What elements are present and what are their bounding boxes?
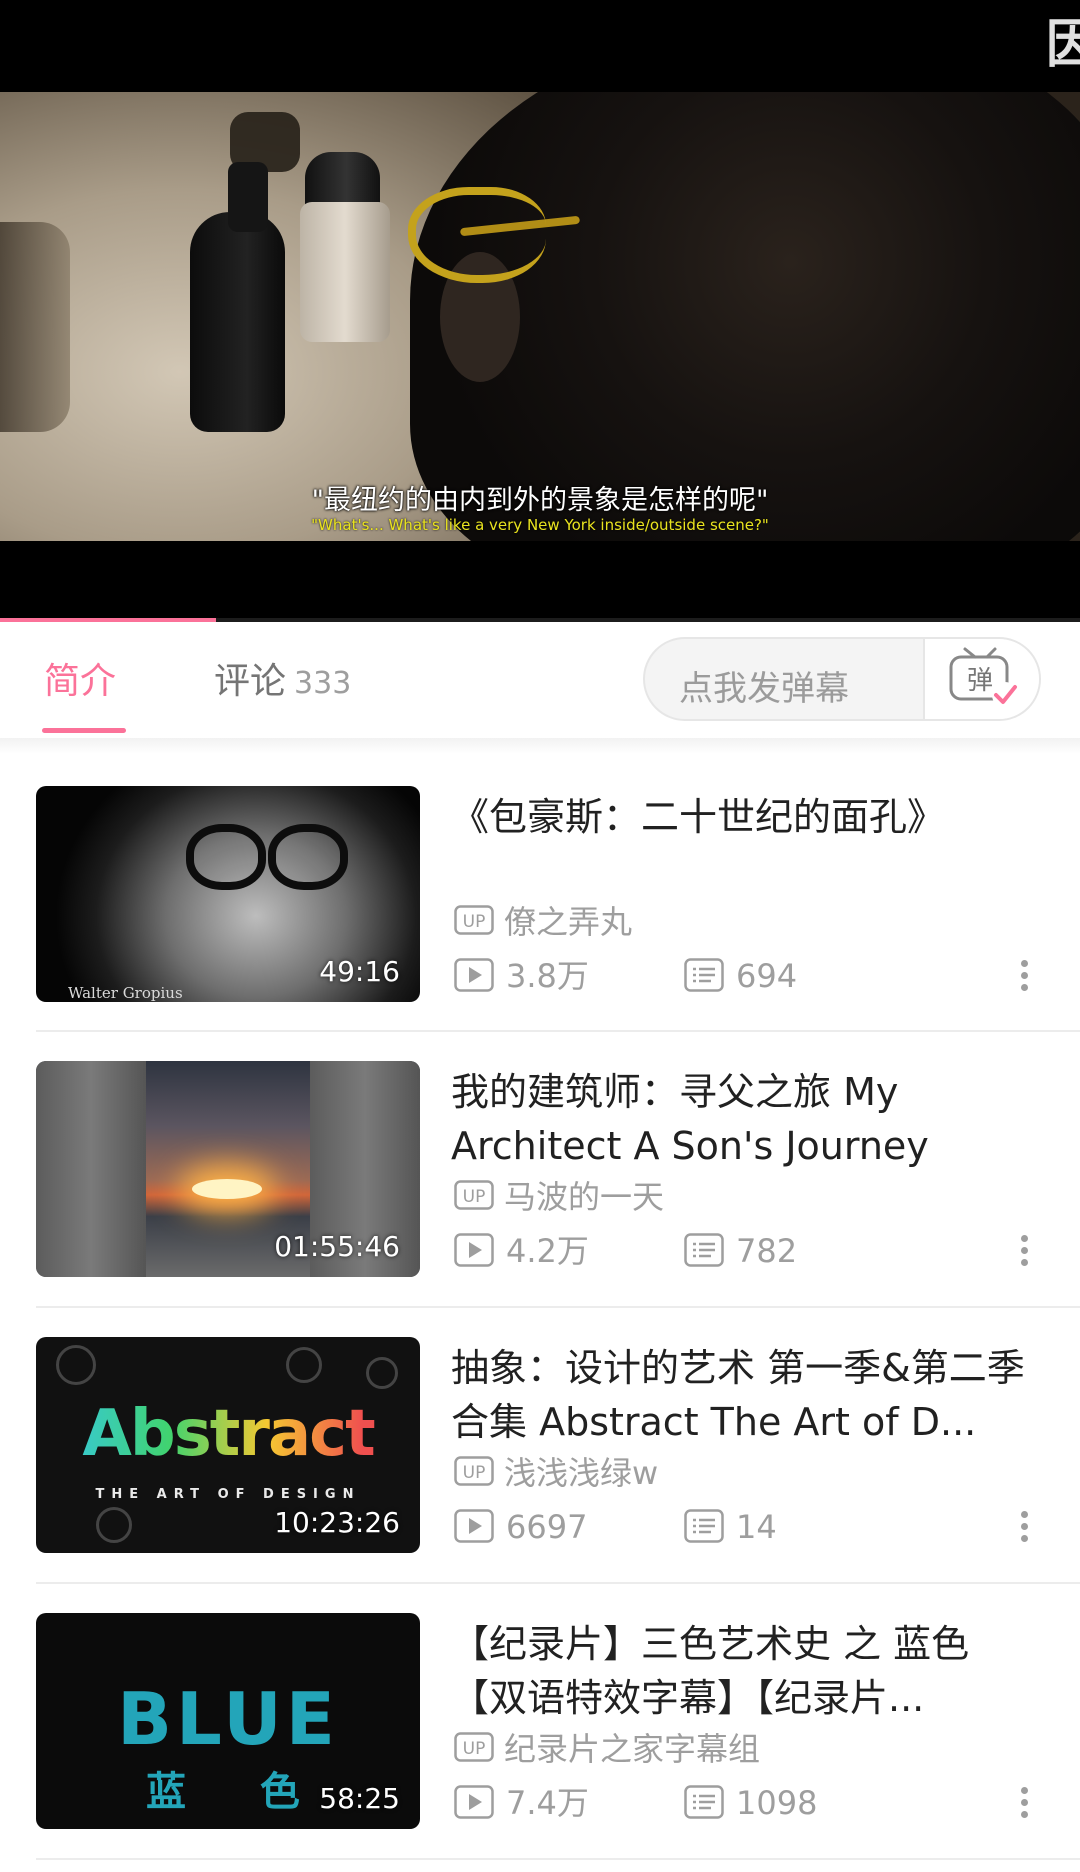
video-duration: 01:55:46 (274, 1230, 400, 1263)
tab-intro[interactable]: 简介 (44, 652, 116, 704)
tab-divider (0, 738, 1080, 754)
danmaku-count: 694 (736, 957, 798, 995)
frame-object (0, 222, 70, 432)
list-divider (36, 1306, 1080, 1308)
danmaku-input[interactable]: 点我发弹幕 (679, 661, 849, 710)
frame-glasses (408, 187, 546, 283)
danmaku-icon (684, 1233, 724, 1267)
tab-comments-count: 333 (294, 666, 352, 701)
up-badge-text: UP (463, 1187, 486, 1207)
video-duration: 49:16 (319, 955, 400, 988)
video-title[interactable]: 《包豪斯：二十世纪的面孔》 (451, 790, 1041, 844)
uploader-row[interactable]: UP 纪录片之家字幕组 (454, 1729, 760, 1768)
view-count: 4.2万 (506, 1232, 589, 1270)
more-vert-icon[interactable] (1012, 1507, 1036, 1547)
danmaku-count: 14 (736, 1508, 777, 1546)
frame-object (190, 212, 285, 432)
video-stats: 6697 14 (454, 1507, 1044, 1547)
up-badge-icon: UP (454, 1456, 494, 1486)
uploader-name: 僚之弄丸 (504, 903, 633, 941)
thumb-glasses (268, 824, 348, 890)
video-frame[interactable]: "最纽约的由内到外的景象是怎样的呢" "What's... What's lik… (0, 92, 1080, 541)
play-icon (454, 1785, 494, 1819)
video-player[interactable]: 因 "最纽约的由内到外的景象是怎样的呢" "What's... What's l… (0, 0, 1080, 622)
video-duration: 10:23:26 (274, 1506, 400, 1539)
uploader-name: 马波的一天 (504, 1178, 665, 1216)
list-divider (36, 1030, 1080, 1032)
video-stats: 7.4万 1098 (454, 1783, 1044, 1823)
list-divider (36, 1582, 1080, 1584)
up-badge-text: UP (463, 1463, 486, 1483)
thumb-subtitle: THE ART OF DESIGN (95, 1487, 361, 1502)
danmaku-bar[interactable]: 点我发弹幕 弹 (643, 637, 1041, 721)
more-vert-icon[interactable] (1012, 956, 1036, 996)
up-badge-icon: UP (454, 905, 494, 935)
subtitle-english: "What's... What's like a very New York i… (311, 516, 769, 534)
video-item[interactable]: Walter Gropius 49:16 《包豪斯：二十世纪的面孔》 UP 僚之… (36, 786, 1044, 1002)
more-vert-icon[interactable] (1012, 1783, 1036, 1823)
video-stats: 4.2万 782 (454, 1231, 1044, 1271)
uploader-row[interactable]: UP 僚之弄丸 (454, 902, 632, 941)
danmaku-count: 782 (736, 1232, 798, 1270)
video-title[interactable]: 【纪录片】三色艺术史 之 蓝色【双语特效字幕】【纪录片... (451, 1617, 1041, 1725)
thumb-object (96, 1507, 132, 1543)
more-vert-icon[interactable] (1012, 1231, 1036, 1271)
video-stats: 3.8万 694 (454, 956, 1044, 996)
danmaku-button-char: 弹 (967, 666, 993, 696)
thumb-subtitle: 蓝 色 (146, 1769, 330, 1815)
video-item[interactable]: Abstract THE ART OF DESIGN 10:23:26 抽象：设… (36, 1337, 1044, 1553)
video-title[interactable]: 我的建筑师：寻父之旅 My Architect A Son's Journey (451, 1065, 1041, 1173)
thumb-wall (36, 1061, 146, 1277)
up-badge-text: UP (463, 912, 486, 932)
thumb-sun (192, 1179, 262, 1199)
tab-comments[interactable]: 评论 333 (214, 652, 351, 704)
thumb-object (56, 1345, 96, 1385)
tab-comments-label: 评论 (214, 661, 287, 702)
danmaku-count: 1098 (736, 1784, 818, 1822)
play-icon (454, 958, 494, 992)
frame-object (228, 162, 268, 232)
thumb-title: BLUE (117, 1677, 339, 1761)
play-icon (454, 1233, 494, 1267)
list-divider (36, 1858, 1080, 1860)
danmaku-icon (684, 958, 724, 992)
tab-indicator (42, 728, 126, 733)
video-duration: 58:25 (319, 1782, 400, 1815)
uploader-name: 浅浅浅绿w (504, 1454, 659, 1492)
danmaku-tv-icon: 弹 (949, 647, 1018, 708)
danmaku-icon (684, 1785, 724, 1819)
thumb-object (366, 1357, 398, 1389)
uploader-row[interactable]: UP 浅浅浅绿w (454, 1453, 658, 1492)
subtitle-chinese: "最纽约的由内到外的景象是怎样的呢" (311, 485, 769, 516)
video-item[interactable]: 01:55:46 我的建筑师：寻父之旅 My Architect A Son's… (36, 1061, 1044, 1277)
up-badge-icon: UP (454, 1732, 494, 1762)
tab-bar: 简介 评论 333 点我发弹幕 弹 (0, 622, 1080, 738)
up-badge-text: UP (463, 1739, 486, 1759)
danmaku-button[interactable]: 弹 (923, 639, 1039, 719)
thumb-title: Abstract (36, 1397, 420, 1471)
video-thumbnail[interactable]: Walter Gropius 49:16 (36, 786, 420, 1002)
uploader-name: 纪录片之家字幕组 (504, 1730, 761, 1768)
video-title[interactable]: 抽象：设计的艺术 第一季&第二季合集 Abstract The Art of D… (451, 1341, 1041, 1449)
view-count: 6697 (506, 1508, 588, 1546)
thumb-caption: Walter Gropius (68, 984, 183, 1002)
danmaku-icon (684, 1509, 724, 1543)
status-glyph: 因 (1046, 15, 1080, 75)
uploader-row[interactable]: UP 马波的一天 (454, 1177, 664, 1216)
video-item[interactable]: BLUE 蓝 色 58:25 【纪录片】三色艺术史 之 蓝色【双语特效字幕】【纪… (36, 1613, 1044, 1829)
up-badge-icon: UP (454, 1180, 494, 1210)
thumb-object (286, 1347, 322, 1383)
thumb-glasses (186, 824, 266, 890)
play-icon (454, 1509, 494, 1543)
video-thumbnail[interactable]: Abstract THE ART OF DESIGN 10:23:26 (36, 1337, 420, 1553)
view-count: 3.8万 (506, 957, 589, 995)
frame-object (300, 202, 390, 342)
view-count: 7.4万 (506, 1784, 589, 1822)
video-thumbnail[interactable]: BLUE 蓝 色 58:25 (36, 1613, 420, 1829)
video-thumbnail[interactable]: 01:55:46 (36, 1061, 420, 1277)
